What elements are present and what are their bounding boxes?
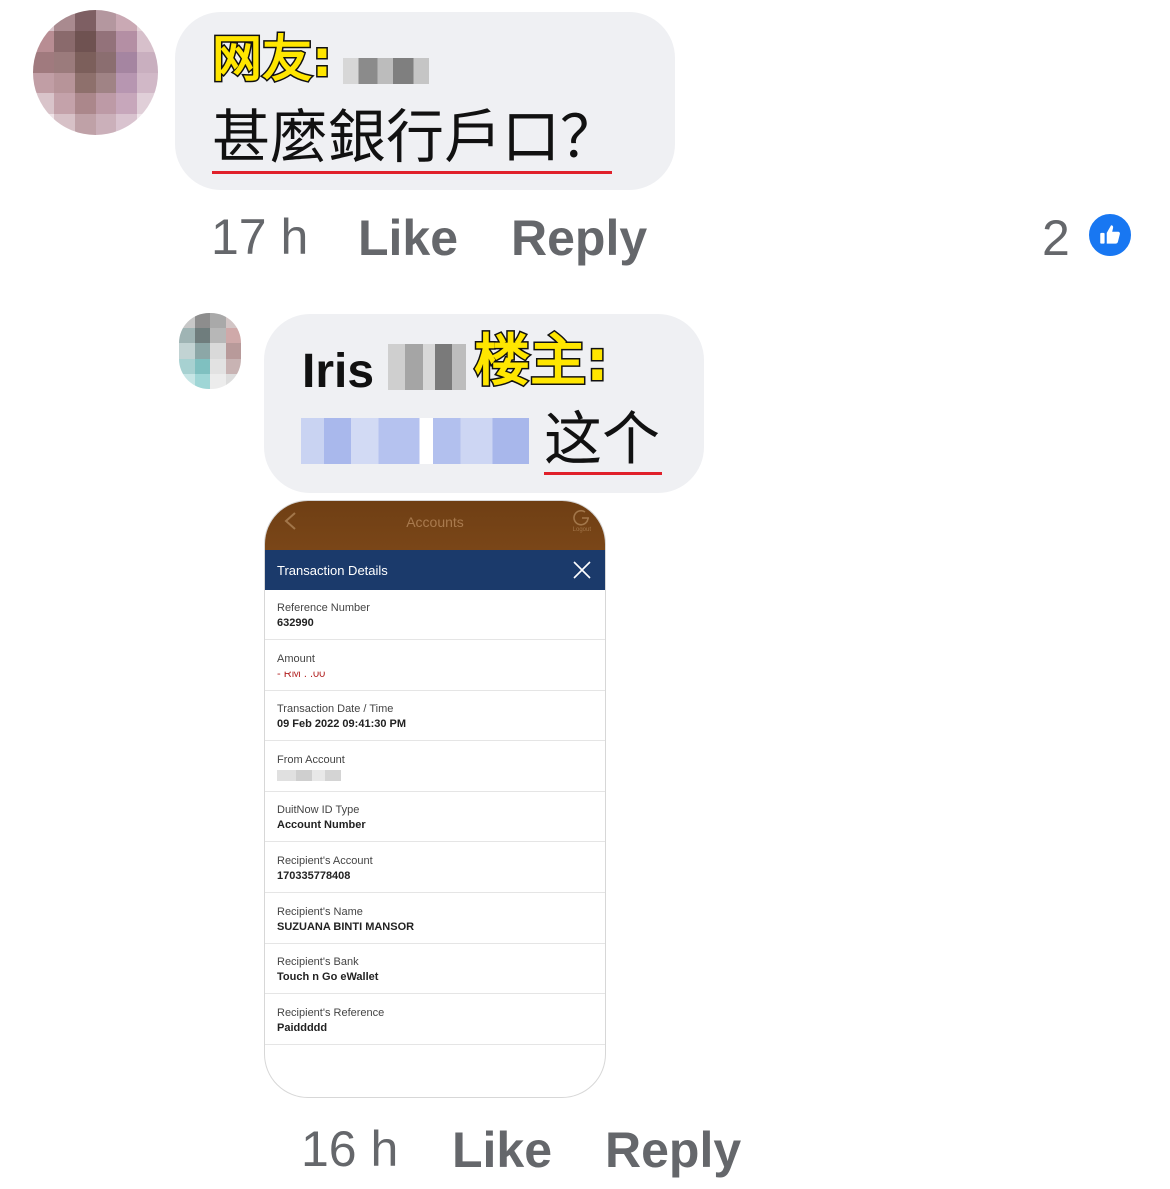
transaction-row: From Account <box>265 742 605 792</box>
replier-name[interactable]: Iris <box>302 348 374 396</box>
comment-text: 甚麼銀行戶口？ <box>212 103 619 171</box>
commenter-avatar[interactable] <box>33 10 158 135</box>
row-label: Reference Number <box>277 602 370 614</box>
row-label: From Account <box>277 753 345 766</box>
redacted-mention <box>301 418 529 464</box>
row-value: 09 Feb 2022 09:41:30 PM <box>277 718 407 731</box>
reply-button[interactable]: Reply <box>605 1125 741 1175</box>
transaction-row: Amount - RM . .00 <box>265 641 605 691</box>
transaction-row: Transaction Date / Time 09 Feb 2022 09:41… <box>265 691 605 742</box>
op-tag: 楼主: <box>472 329 609 394</box>
row-value: 632990 <box>277 617 314 629</box>
row-label: Recipient's Name <box>277 905 363 918</box>
replier-avatar[interactable] <box>179 313 241 389</box>
transaction-row: Recipient's Account 170335778408 <box>265 843 605 893</box>
comment-timestamp[interactable]: 17 h <box>211 212 308 262</box>
reply-button[interactable]: Reply <box>511 213 647 263</box>
logout-control: Logout <box>573 509 591 533</box>
row-label: Recipient's Reference <box>277 1006 385 1019</box>
row-value: 170335778408 <box>277 870 351 882</box>
logout-label: Logout <box>572 527 591 533</box>
redacted-name <box>343 58 429 84</box>
reply-timestamp[interactable]: 16 h <box>301 1124 398 1174</box>
like-button[interactable]: Like <box>452 1125 552 1175</box>
row-label: Transaction Date / Time <box>277 703 394 716</box>
reply-text: 这个 <box>544 405 661 473</box>
logout-icon <box>573 509 589 526</box>
app-topbar: Accounts Logout <box>265 501 605 550</box>
reaction-count[interactable]: 2 <box>1042 213 1070 263</box>
row-value: Account Number <box>277 819 366 832</box>
redacted-account <box>277 769 341 781</box>
row-label: DuitNow ID Type <box>277 804 360 817</box>
row-label: Recipient's Bank <box>277 956 359 969</box>
transaction-row: Recipient's Reference Paiddddd <box>265 995 605 1045</box>
row-value: Paiddddd <box>277 1021 328 1034</box>
row-value: - RM . .00 <box>277 667 326 680</box>
commenter-tag: 网友: <box>211 30 334 88</box>
transaction-row: Recipient's Name SUZUANA BINTI MANSOR <box>265 894 605 944</box>
highlight-underline <box>544 472 662 475</box>
row-label: Amount <box>277 652 315 665</box>
app-title: Accounts <box>406 514 464 530</box>
redacted-surname <box>388 344 466 390</box>
dialog-header: Transaction Details <box>265 550 605 590</box>
thumbs-up-icon[interactable] <box>1086 211 1134 259</box>
attached-image[interactable]: Accounts Logout Transaction Details Refe… <box>264 500 606 1098</box>
transaction-row: Recipient's Bank Touch n Go eWallet <box>265 944 605 995</box>
row-value: SUZUANA BINTI MANSOR <box>277 920 415 933</box>
row-value: Touch n Go eWallet <box>277 971 379 984</box>
transaction-row: DuitNow ID Type Account Number <box>265 792 605 843</box>
highlight-underline <box>212 171 612 174</box>
close-icon[interactable] <box>571 559 593 581</box>
like-button[interactable]: Like <box>358 213 458 263</box>
row-label: Recipient's Account <box>277 855 373 867</box>
dialog-title: Transaction Details <box>277 563 388 578</box>
transaction-row: Reference Number 632990 <box>265 590 605 640</box>
